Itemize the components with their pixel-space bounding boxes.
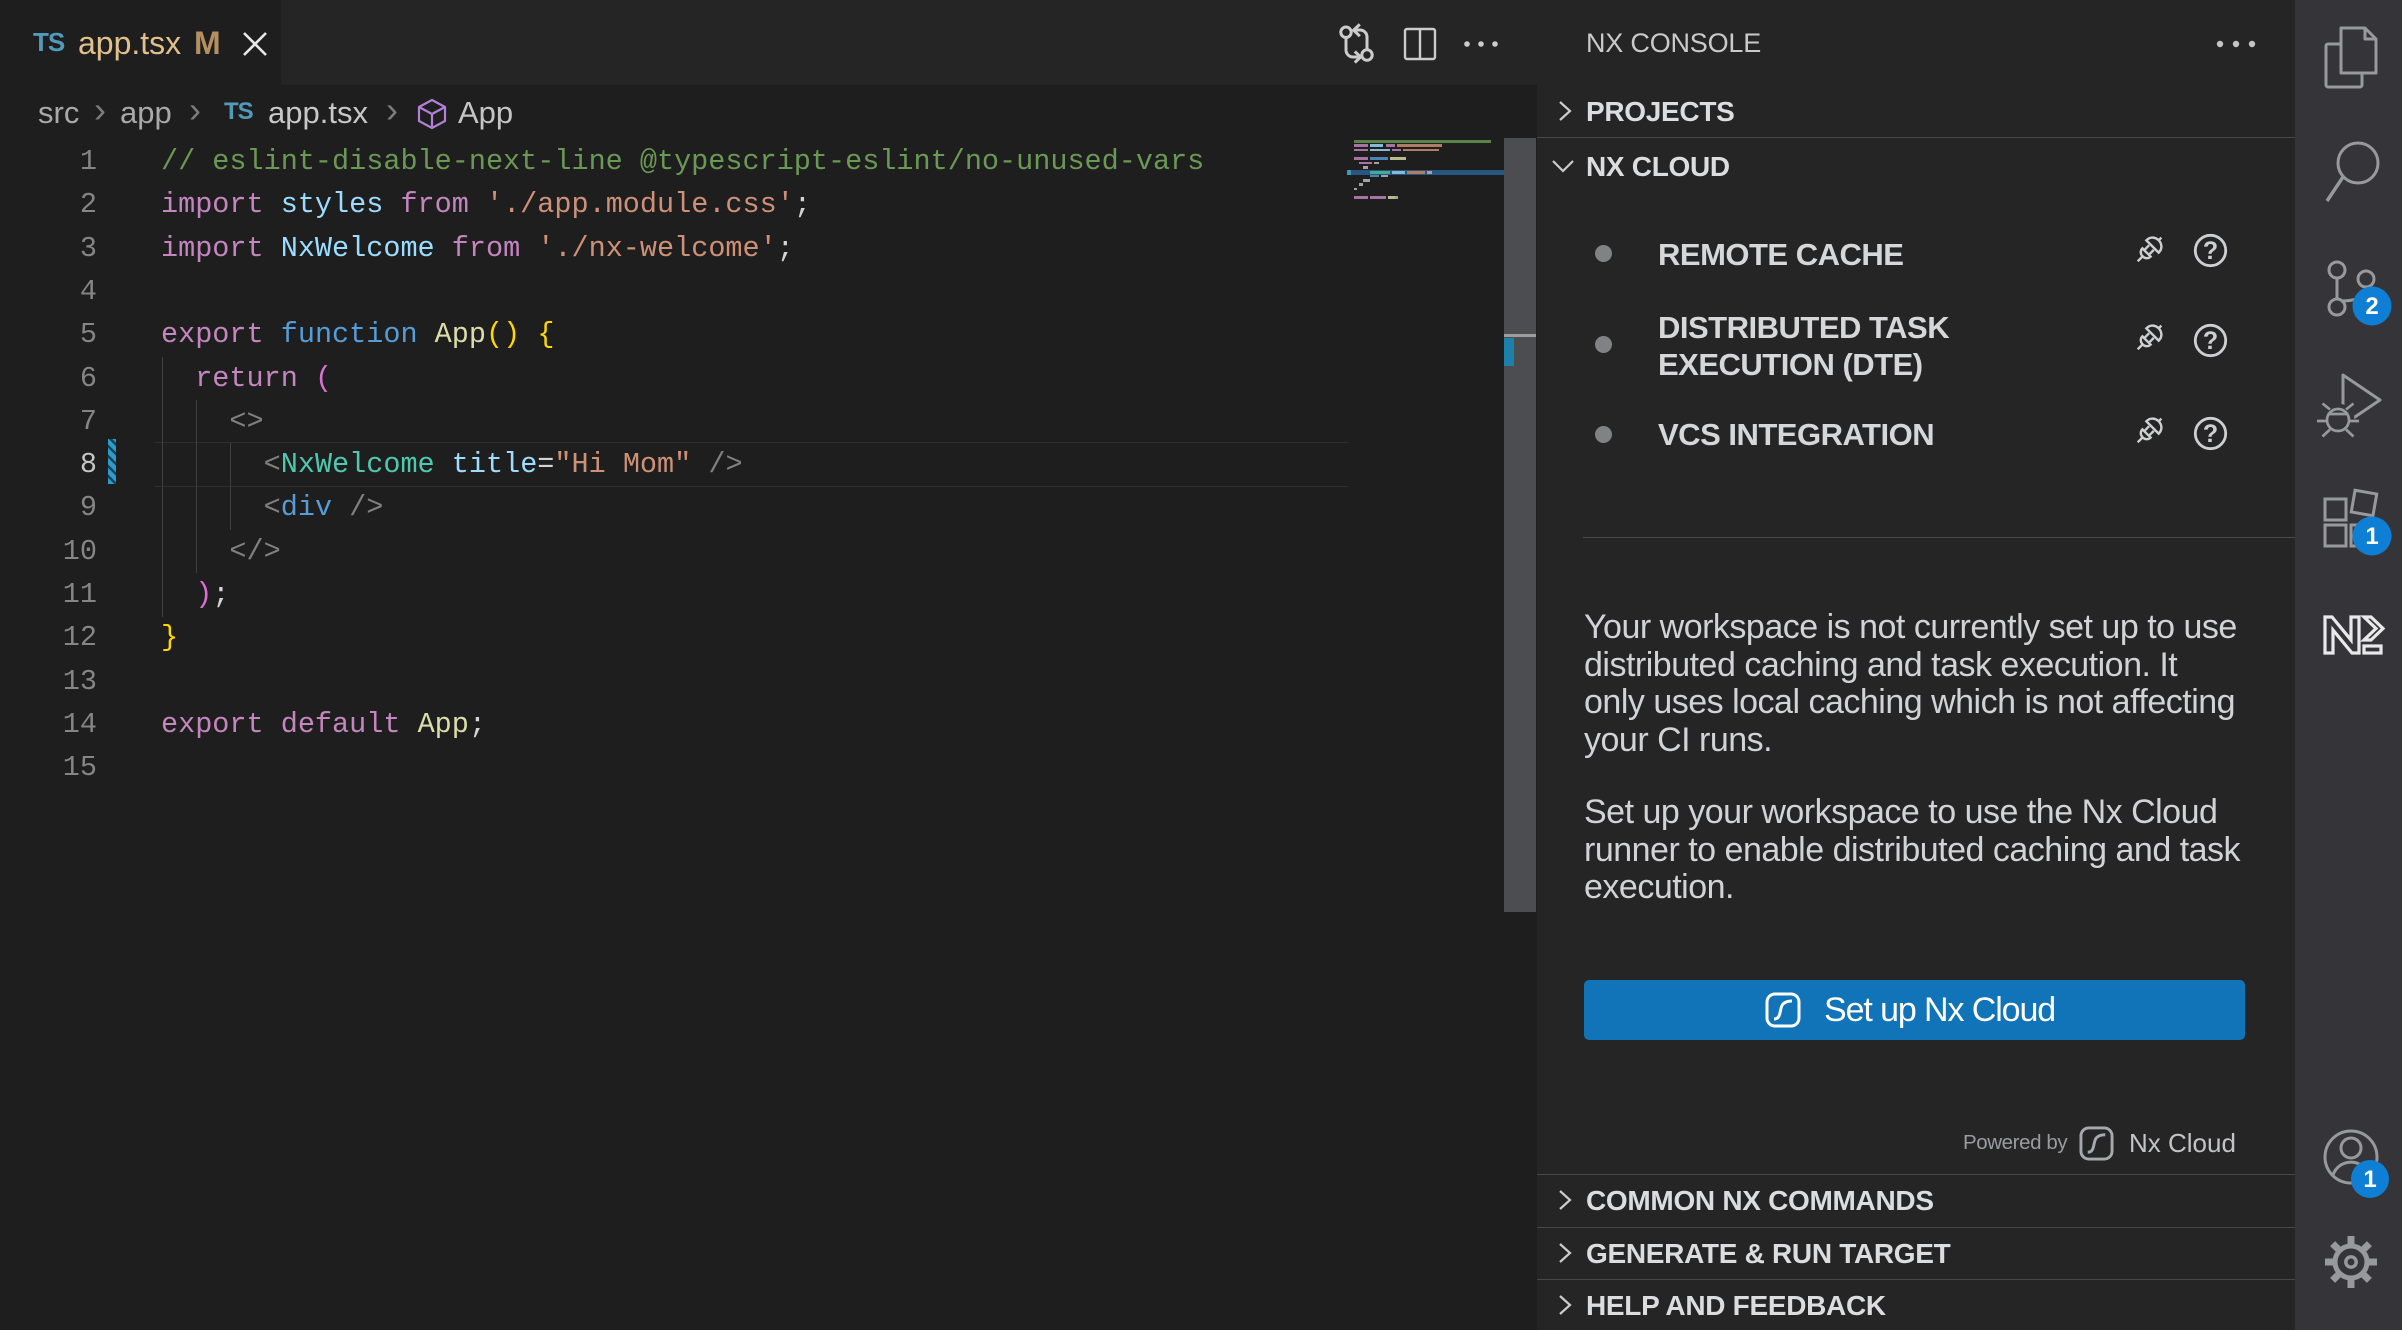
svg-text:1: 1	[2365, 523, 2378, 550]
svg-text:2: 2	[2365, 293, 2378, 320]
svg-text:1: 1	[2363, 1166, 2376, 1193]
